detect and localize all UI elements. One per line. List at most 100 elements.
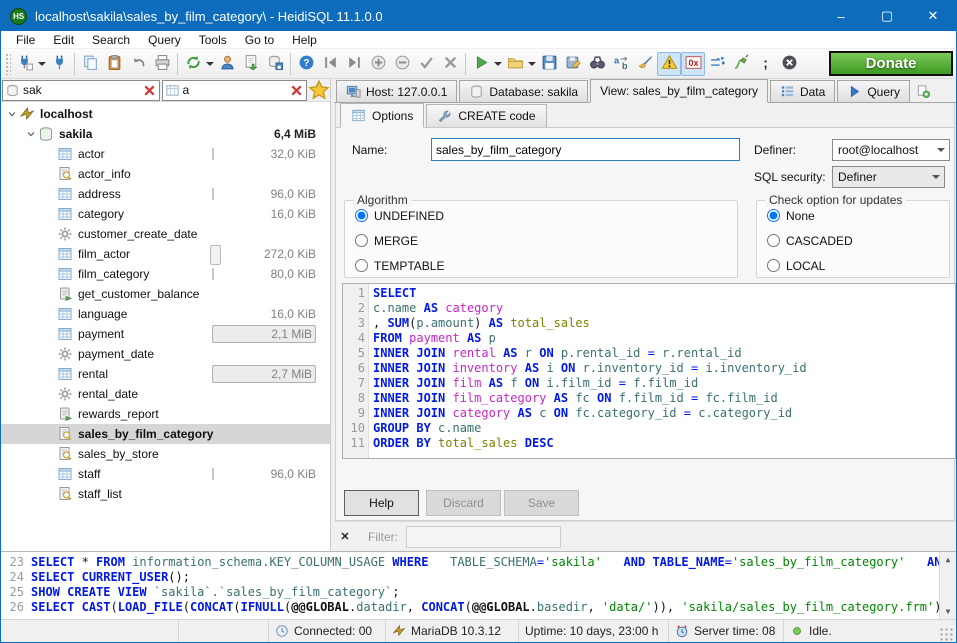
radio-undefined-input[interactable] (355, 209, 368, 222)
run-query-button[interactable] (469, 52, 493, 76)
radio-temptable[interactable]: TEMPTABLE (355, 255, 737, 276)
tree-item-film_category[interactable]: film_category80,0 KiB (1, 264, 330, 284)
tab-host-127-0-0-1[interactable]: Host: 127.0.0.1 (336, 80, 457, 102)
menu-tools[interactable]: Tools (190, 32, 236, 48)
tree-item-category[interactable]: category16,0 KiB (1, 204, 330, 224)
delimiter-button[interactable]: ; (753, 52, 777, 76)
tree-item-sales_by_store[interactable]: sales_by_store (1, 444, 330, 464)
tab-new-query[interactable] (912, 80, 940, 102)
refresh-button[interactable] (181, 52, 205, 76)
radio-merge-input[interactable] (355, 234, 368, 247)
blob-editor-button[interactable] (263, 52, 287, 76)
tree-item-staff_list[interactable]: staff_list (1, 484, 330, 504)
radio-none-input[interactable] (767, 209, 780, 222)
cancel-edit-button[interactable] (438, 52, 462, 76)
tree-item-address[interactable]: address96,0 KiB (1, 184, 330, 204)
undo-button[interactable] (126, 52, 150, 76)
tab-view-sales_by_film_category[interactable]: View: sales_by_film_category (590, 79, 768, 103)
view-name-input[interactable] (431, 138, 740, 161)
view-binary-button[interactable]: 0x (681, 52, 705, 76)
donate-button[interactable]: Donate (829, 51, 953, 76)
close-filter-icon[interactable]: ✕ (334, 530, 356, 543)
resize-grip[interactable] (940, 628, 954, 642)
chevron-down-icon[interactable] (927, 167, 944, 187)
tree-item-payment[interactable]: payment2,1 MiB (1, 324, 330, 344)
refresh-button-dropdown[interactable] (205, 52, 215, 76)
maximize-button[interactable]: ▢ (864, 1, 910, 31)
reformat-button[interactable] (633, 52, 657, 76)
menu-go-to[interactable]: Go to (236, 32, 283, 48)
help-button-panel[interactable]: Help (344, 490, 419, 516)
scroll-up-icon[interactable]: ▲ (940, 552, 957, 567)
tree-item-localhost[interactable]: localhost (1, 104, 330, 124)
highlight-errors-button[interactable] (657, 52, 681, 76)
insert-record-button[interactable] (366, 52, 390, 76)
export-database-button[interactable] (239, 52, 263, 76)
close-button[interactable]: ✕ (910, 1, 956, 31)
connect-button-dropdown[interactable] (37, 52, 47, 76)
first-record-button[interactable] (318, 52, 342, 76)
copy-button[interactable] (78, 52, 102, 76)
table-filter-value[interactable]: a (180, 83, 290, 97)
tree-item-payment_date[interactable]: payment_date (1, 344, 330, 364)
tab-data[interactable]: Data (770, 80, 835, 102)
radio-cascaded-input[interactable] (767, 234, 780, 247)
clear-filter-icon[interactable] (142, 83, 157, 98)
tab-query[interactable]: Query (837, 80, 910, 102)
table-filter[interactable]: a (162, 80, 308, 101)
tree-item-language[interactable]: language16,0 KiB (1, 304, 330, 324)
load-sql-button-dropdown[interactable] (527, 52, 537, 76)
tree-item-customer_create_date[interactable]: customer_create_date (1, 224, 330, 244)
toolbar-grip[interactable] (5, 53, 11, 75)
radio-merge[interactable]: MERGE (355, 230, 737, 251)
disconnect-button[interactable] (47, 52, 71, 76)
view-select-code-editor[interactable]: 1234567891011 SELECTc.name AS category, … (342, 283, 956, 459)
last-record-button[interactable] (342, 52, 366, 76)
save-sql-button[interactable] (537, 52, 561, 76)
menu-search[interactable]: Search (83, 32, 139, 48)
radio-undefined[interactable]: UNDEFINED (355, 205, 737, 226)
menu-query[interactable]: Query (139, 32, 190, 48)
radio-local-input[interactable] (767, 259, 780, 272)
scroll-down-icon[interactable]: ▼ (940, 604, 957, 619)
find-button[interactable] (585, 52, 609, 76)
chevron-expanded-icon[interactable] (7, 108, 19, 120)
load-sql-button[interactable] (503, 52, 527, 76)
chevron-expanded-icon[interactable] (26, 128, 38, 140)
replace-button[interactable]: ab (609, 52, 633, 76)
stop-button[interactable] (777, 52, 801, 76)
reconnect-button[interactable] (729, 52, 753, 76)
tab-options[interactable]: Options (340, 103, 424, 128)
tree-item-film_actor[interactable]: film_actor272,0 KiB (1, 244, 330, 264)
save-sql-as-button[interactable] (561, 52, 585, 76)
filter-input[interactable] (406, 526, 561, 548)
menu-edit[interactable]: Edit (44, 32, 83, 48)
tab-database-sakila[interactable]: Database: sakila (459, 80, 588, 102)
menu-help[interactable]: Help (283, 32, 326, 48)
favorites-star-icon[interactable] (308, 80, 330, 101)
delete-record-button[interactable] (390, 52, 414, 76)
run-query-button-dropdown[interactable] (493, 52, 503, 76)
help-button[interactable]: ? (294, 52, 318, 76)
log-scrollbar[interactable]: ▲ ▼ (939, 552, 956, 619)
tree-item-staff[interactable]: staff96,0 KiB (1, 464, 330, 484)
tree-item-rewards_report[interactable]: rewards_report (1, 404, 330, 424)
tree-item-sakila[interactable]: sakila6,4 MiB (1, 124, 330, 144)
radio-cascaded[interactable]: CASCADED (767, 230, 949, 251)
user-manager-button[interactable] (215, 52, 239, 76)
tree-item-rental[interactable]: rental2,7 MiB (1, 364, 330, 384)
menu-file[interactable]: File (7, 32, 44, 48)
tab-create-code[interactable]: CREATE code (426, 104, 546, 127)
tree-item-actor[interactable]: actor32,0 KiB (1, 144, 330, 164)
paste-button[interactable] (102, 52, 126, 76)
tree-item-rental_date[interactable]: rental_date (1, 384, 330, 404)
post-record-button[interactable] (414, 52, 438, 76)
connect-button[interactable] (13, 52, 37, 76)
definer-combo[interactable]: root@localhost (832, 139, 950, 161)
tree-item-actor_info[interactable]: actor_info (1, 164, 330, 184)
radio-local[interactable]: LOCAL (767, 255, 949, 276)
chevron-down-icon[interactable] (932, 140, 949, 160)
clear-filter-icon[interactable] (289, 83, 304, 98)
print-button[interactable] (150, 52, 174, 76)
tree-item-sales_by_film_category[interactable]: sales_by_film_category (1, 424, 330, 444)
